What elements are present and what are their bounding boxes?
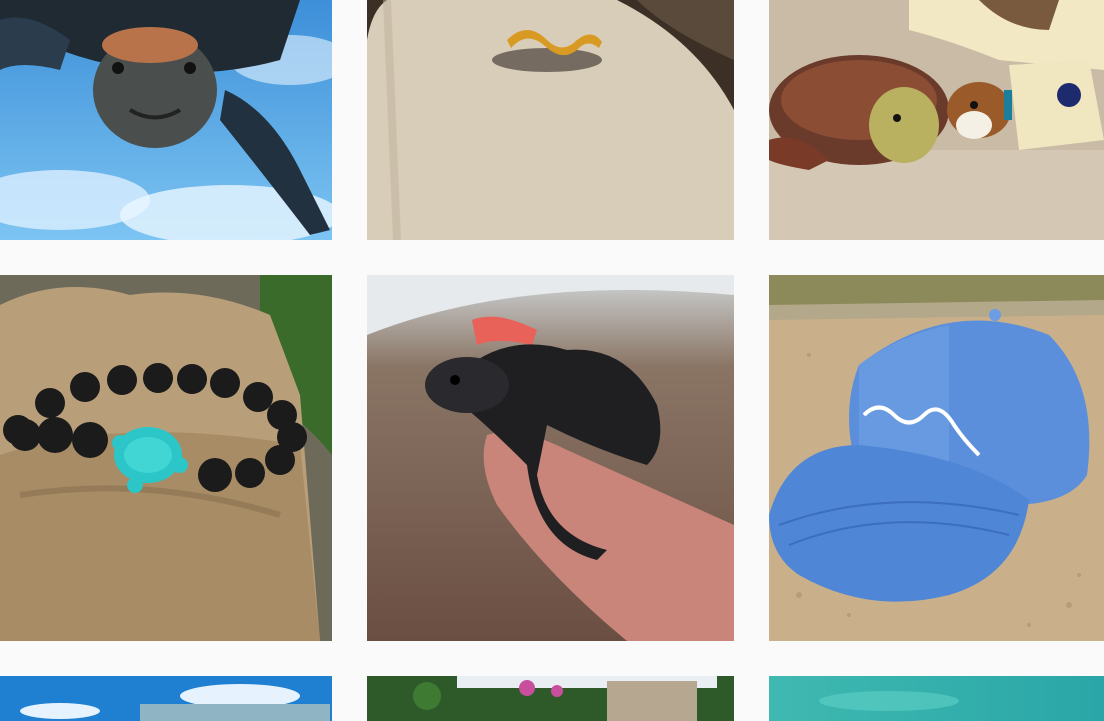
- photo-grid: [0, 0, 1104, 721]
- beach-scene-image: [0, 676, 332, 721]
- post-thumbnail-garden-house[interactable]: [367, 676, 734, 721]
- turquoise-water-image: [769, 676, 1104, 721]
- gold-ring-image: [367, 0, 734, 240]
- wave-cap-image: [769, 275, 1104, 641]
- baby-turtle-image: [367, 275, 734, 641]
- post-thumbnail-turtle-bracelet[interactable]: [0, 275, 332, 641]
- post-thumbnail-turquoise-water[interactable]: [769, 676, 1104, 721]
- turtle-bracelet-image: [0, 275, 332, 641]
- post-thumbnail-dog-and-turtle[interactable]: [769, 0, 1104, 240]
- post-thumbnail-beach-scene[interactable]: [0, 676, 332, 721]
- post-thumbnail-sea-turtle[interactable]: [0, 0, 332, 240]
- post-thumbnail-gold-ring[interactable]: [367, 0, 734, 240]
- dog-and-turtle-image: [769, 0, 1104, 240]
- garden-house-image: [367, 676, 734, 721]
- post-thumbnail-wave-cap[interactable]: [769, 275, 1104, 641]
- post-thumbnail-baby-turtle[interactable]: [367, 275, 734, 641]
- sea-turtle-image: [0, 0, 332, 240]
